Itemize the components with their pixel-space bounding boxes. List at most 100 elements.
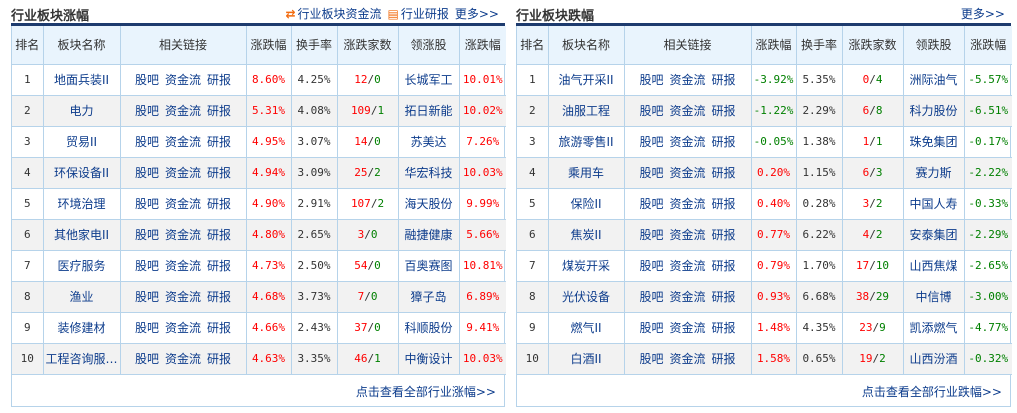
- leading-stock-link[interactable]: 华宏科技: [397, 156, 460, 189]
- guba-link[interactable]: 股吧: [135, 228, 159, 242]
- research-link[interactable]: 研报: [207, 166, 231, 180]
- leading-stock-link[interactable]: 凯添燃气: [902, 311, 965, 344]
- fund-flow-link[interactable]: 资金流: [669, 352, 705, 366]
- more-link[interactable]: 更多>>: [961, 5, 1005, 22]
- leading-stock-link[interactable]: 中国人寿: [902, 187, 965, 220]
- research-link[interactable]: 研报: [207, 290, 231, 304]
- guba-link[interactable]: 股吧: [639, 352, 663, 366]
- research-link[interactable]: 研报: [712, 104, 736, 118]
- sector-name-link[interactable]: 焦炭II: [547, 218, 625, 251]
- leading-stock-link[interactable]: 拓日新能: [397, 94, 460, 127]
- leading-stock-link[interactable]: 长城军工: [397, 63, 460, 96]
- guba-link[interactable]: 股吧: [639, 290, 663, 304]
- research-link[interactable]: 研报: [712, 73, 736, 87]
- view-all-gainers-link[interactable]: 点击查看全部行业涨幅>>: [356, 385, 496, 399]
- research-link[interactable]: 研报: [207, 73, 231, 87]
- guba-link[interactable]: 股吧: [135, 259, 159, 273]
- sector-name-link[interactable]: 医疗服务: [42, 249, 121, 282]
- leading-stock-link[interactable]: 山西焦煤: [902, 249, 965, 282]
- fund-flow-link[interactable]: 资金流: [669, 228, 705, 242]
- fund-flow-link[interactable]: 资金流: [165, 321, 201, 335]
- fund-flow-link[interactable]: 资金流: [165, 290, 201, 304]
- leading-stock-link[interactable]: 獐子岛: [397, 280, 460, 313]
- research-link[interactable]: 研报: [207, 197, 231, 211]
- sector-name-link[interactable]: 油服工程: [547, 94, 625, 127]
- fund-flow-link[interactable]: 资金流: [669, 135, 705, 149]
- fund-flow-link[interactable]: 资金流: [165, 166, 201, 180]
- research-link[interactable]: 研报: [712, 228, 736, 242]
- sector-name-link[interactable]: 贸易II: [42, 125, 121, 158]
- guba-link[interactable]: 股吧: [639, 104, 663, 118]
- leading-stock-link[interactable]: 百奥赛图: [397, 249, 460, 282]
- sector-name-link[interactable]: 工程咨询服…: [42, 342, 121, 375]
- fund-flow-link[interactable]: 资金流: [669, 290, 705, 304]
- guba-link[interactable]: 股吧: [135, 104, 159, 118]
- guba-link[interactable]: 股吧: [135, 197, 159, 211]
- fund-flow-link[interactable]: 资金流: [669, 166, 705, 180]
- guba-link[interactable]: 股吧: [135, 73, 159, 87]
- sector-name-link[interactable]: 电力: [42, 94, 121, 127]
- research-link[interactable]: 研报: [207, 321, 231, 335]
- guba-link[interactable]: 股吧: [639, 228, 663, 242]
- leading-stock-link[interactable]: 珠免集团: [902, 125, 965, 158]
- research-link[interactable]: ▤ 行业研报: [388, 5, 449, 22]
- research-link[interactable]: 研报: [207, 104, 231, 118]
- leading-stock-link[interactable]: 洲际油气: [902, 63, 965, 96]
- guba-link[interactable]: 股吧: [639, 135, 663, 149]
- research-link[interactable]: 研报: [712, 290, 736, 304]
- guba-link[interactable]: 股吧: [639, 259, 663, 273]
- guba-link[interactable]: 股吧: [639, 197, 663, 211]
- fund-flow-link[interactable]: 资金流: [165, 197, 201, 211]
- guba-link[interactable]: 股吧: [639, 73, 663, 87]
- sector-name-link[interactable]: 旅游零售II: [547, 125, 625, 158]
- more-link[interactable]: 更多>>: [455, 5, 499, 22]
- sector-name-link[interactable]: 渔业: [42, 280, 121, 313]
- leading-stock-link[interactable]: 安泰集团: [902, 218, 965, 251]
- leading-stock-link[interactable]: 科力股份: [902, 94, 965, 127]
- leading-stock-link[interactable]: 苏美达: [397, 125, 460, 158]
- sector-name-link[interactable]: 保险II: [547, 187, 625, 220]
- fund-flow-link[interactable]: ⇄ 行业板块资金流: [285, 5, 381, 22]
- leading-stock-link[interactable]: 山西汾酒: [902, 342, 965, 375]
- fund-flow-link[interactable]: 资金流: [165, 104, 201, 118]
- sector-name-link[interactable]: 煤炭开采: [547, 249, 625, 282]
- guba-link[interactable]: 股吧: [639, 321, 663, 335]
- fund-flow-link[interactable]: 资金流: [669, 321, 705, 335]
- research-link[interactable]: 研报: [207, 228, 231, 242]
- guba-link[interactable]: 股吧: [135, 135, 159, 149]
- leading-stock-link[interactable]: 赛力斯: [902, 156, 965, 189]
- guba-link[interactable]: 股吧: [135, 166, 159, 180]
- fund-flow-link[interactable]: 资金流: [165, 228, 201, 242]
- leading-stock-link[interactable]: 中衡设计: [397, 342, 460, 375]
- fund-flow-link[interactable]: 资金流: [165, 352, 201, 366]
- fund-flow-link[interactable]: 资金流: [165, 135, 201, 149]
- research-link[interactable]: 研报: [712, 166, 736, 180]
- guba-link[interactable]: 股吧: [135, 321, 159, 335]
- fund-flow-link[interactable]: 资金流: [669, 259, 705, 273]
- fund-flow-link[interactable]: 资金流: [669, 104, 705, 118]
- leading-stock-link[interactable]: 科顺股份: [397, 311, 460, 344]
- fund-flow-link[interactable]: 资金流: [669, 197, 705, 211]
- research-link[interactable]: 研报: [207, 135, 231, 149]
- sector-name-link[interactable]: 地面兵装II: [42, 63, 121, 96]
- research-link[interactable]: 研报: [712, 321, 736, 335]
- research-link[interactable]: 研报: [712, 135, 736, 149]
- leading-stock-link[interactable]: 中信博: [902, 280, 965, 313]
- research-link[interactable]: 研报: [207, 352, 231, 366]
- sector-name-link[interactable]: 环境治理: [42, 187, 121, 220]
- guba-link[interactable]: 股吧: [639, 166, 663, 180]
- sector-name-link[interactable]: 环保设备II: [42, 156, 121, 189]
- research-link[interactable]: 研报: [712, 197, 736, 211]
- fund-flow-link[interactable]: 资金流: [669, 73, 705, 87]
- research-link[interactable]: 研报: [712, 352, 736, 366]
- sector-name-link[interactable]: 燃气II: [547, 311, 625, 344]
- fund-flow-link[interactable]: 资金流: [165, 73, 201, 87]
- leading-stock-link[interactable]: 融捷健康: [397, 218, 460, 251]
- sector-name-link[interactable]: 光伏设备: [547, 280, 625, 313]
- research-link[interactable]: 研报: [207, 259, 231, 273]
- fund-flow-link[interactable]: 资金流: [165, 259, 201, 273]
- view-all-losers-link[interactable]: 点击查看全部行业跌幅>>: [862, 385, 1002, 399]
- sector-name-link[interactable]: 其他家电II: [42, 218, 121, 251]
- guba-link[interactable]: 股吧: [135, 352, 159, 366]
- sector-name-link[interactable]: 白酒II: [547, 342, 625, 375]
